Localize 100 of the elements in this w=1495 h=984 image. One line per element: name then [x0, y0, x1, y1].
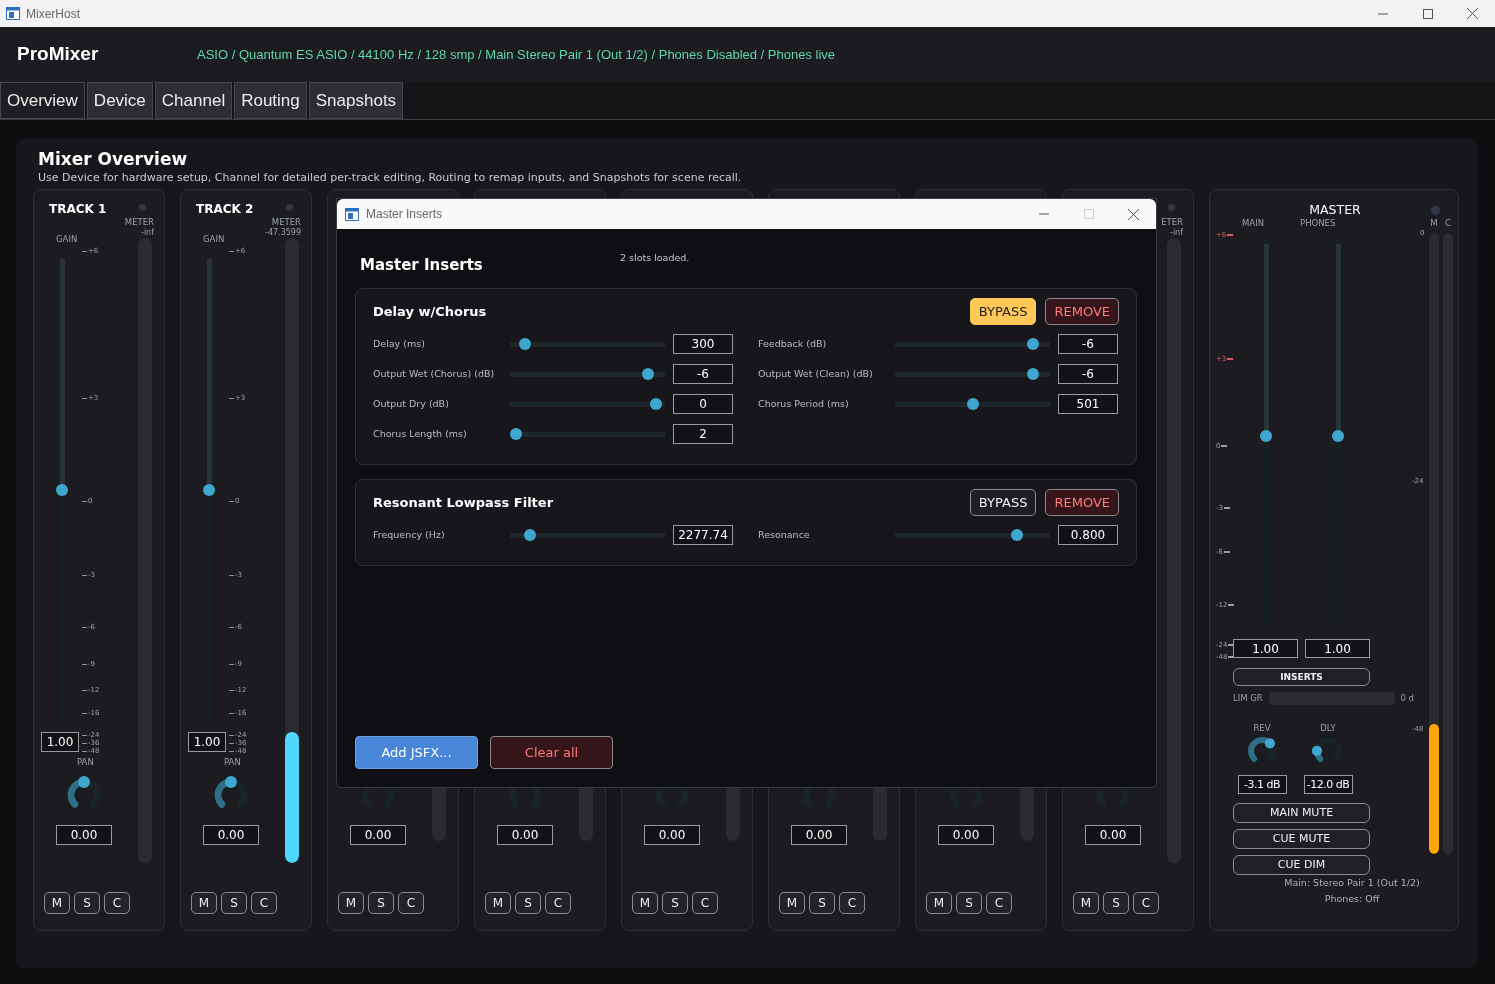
- param-field[interactable]: 0: [673, 394, 733, 414]
- strip-button[interactable]: S: [809, 892, 835, 914]
- add-button[interactable]: Add JSFX...: [355, 736, 478, 769]
- fader-field[interactable]: 1.00: [1305, 639, 1370, 658]
- param-label: Output Wet (Chorus) (dB): [373, 366, 496, 381]
- meter-label: METER: [271, 216, 301, 228]
- limiter-reading: 0 d: [1400, 693, 1414, 704]
- master-button[interactable]: MAIN MUTE: [1233, 803, 1370, 823]
- tab[interactable]: Snapshots: [308, 82, 404, 119]
- strip-button[interactable]: S: [956, 892, 982, 914]
- meter-reading: -inf: [1170, 228, 1183, 238]
- strip-button[interactable]: S: [515, 892, 541, 914]
- gain-label: GAIN: [203, 234, 226, 245]
- insert-name: Resonant Lowpass Filter: [373, 493, 554, 512]
- strip-button[interactable]: M: [338, 892, 364, 914]
- strip-button[interactable]: S: [1103, 892, 1129, 914]
- tab[interactable]: Overview: [0, 82, 85, 119]
- fader-field[interactable]: 1.00: [1233, 639, 1298, 658]
- clear-button[interactable]: Clear all: [490, 736, 613, 769]
- send-field[interactable]: -12.0 dB: [1303, 775, 1353, 794]
- tab[interactable]: Channel: [154, 82, 233, 119]
- status-text: ASIO / Quantum ES ASIO / 44100 Hz / 128 smp / Main Stereo Pair 1 (Out 1/2) / Phones Disabled / Phones live: [197, 45, 836, 64]
- status-text: 2 slots loaded.: [620, 251, 690, 265]
- meter-reading: -inf: [141, 228, 154, 238]
- param-label: Chorus Period (ms): [758, 396, 850, 411]
- fader-label: MAIN: [1242, 218, 1265, 228]
- meter-label: METER: [124, 216, 154, 228]
- limiter-label: LIM GR: [1233, 693, 1264, 704]
- meter-label: M: [1430, 218, 1438, 230]
- strip-button[interactable]: M: [632, 892, 658, 914]
- strip-button[interactable]: S: [74, 892, 100, 914]
- strip-button[interactable]: C: [251, 892, 277, 914]
- pan-field[interactable]: 0.00: [938, 825, 994, 845]
- fader-label: PHONES: [1300, 218, 1336, 228]
- meter-label: ETER: [1161, 216, 1183, 228]
- strip-button[interactable]: C: [692, 892, 718, 914]
- strip-button[interactable]: C: [104, 892, 130, 914]
- param-field[interactable]: -6: [1058, 334, 1118, 354]
- strip-button[interactable]: M: [1073, 892, 1099, 914]
- remove-button[interactable]: REMOVE: [1045, 489, 1119, 516]
- strip-button[interactable]: M: [485, 892, 511, 914]
- pan-field[interactable]: 0.00: [203, 825, 259, 845]
- routing-info: Main: Stereo Pair 1 (Out 1/2): [1283, 876, 1421, 890]
- tab[interactable]: Device: [86, 82, 153, 119]
- param-field[interactable]: 2: [673, 424, 733, 444]
- strip-button[interactable]: M: [779, 892, 805, 914]
- window-title: MixerHost: [26, 5, 80, 23]
- insert-name: Delay w/Chorus: [373, 302, 487, 321]
- app-name: ProMixer: [17, 42, 100, 67]
- strip-button[interactable]: M: [191, 892, 217, 914]
- pan-field[interactable]: 0.00: [791, 825, 847, 845]
- param-field[interactable]: 2277.74: [673, 525, 733, 545]
- meter-reading: -47.3599: [265, 228, 301, 238]
- gain-field[interactable]: 1.00: [188, 732, 226, 752]
- master-title: MASTER: [1309, 202, 1361, 218]
- send-field[interactable]: -3.1 dB: [1237, 775, 1287, 794]
- pan-field[interactable]: 0.00: [350, 825, 406, 845]
- pan-field[interactable]: 0.00: [56, 825, 112, 845]
- pan-field[interactable]: 0.00: [497, 825, 553, 845]
- gain-field[interactable]: 1.00: [41, 732, 79, 752]
- panel-title: Mixer Overview: [38, 148, 189, 171]
- param-field[interactable]: -6: [673, 364, 733, 384]
- param-label: Resonance: [758, 527, 811, 542]
- dialog-title: Master Inserts: [366, 206, 443, 223]
- gain-label: GAIN: [56, 234, 79, 245]
- bypass-button[interactable]: BYPASS: [969, 298, 1037, 325]
- strip-button[interactable]: M: [926, 892, 952, 914]
- send-label: REV: [1253, 723, 1271, 734]
- pan-field[interactable]: 0.00: [1085, 825, 1141, 845]
- param-field[interactable]: -6: [1058, 364, 1118, 384]
- param-field[interactable]: 0.800: [1058, 525, 1118, 545]
- strip-button[interactable]: C: [398, 892, 424, 914]
- strip-button[interactable]: S: [221, 892, 247, 914]
- strip-title: TRACK 1: [49, 202, 107, 216]
- pan-field[interactable]: 0.00: [644, 825, 700, 845]
- master-button[interactable]: CUE MUTE: [1233, 829, 1370, 849]
- param-label: Chorus Length (ms): [373, 426, 468, 441]
- dialog-heading: Master Inserts: [360, 255, 484, 275]
- strip-button[interactable]: C: [986, 892, 1012, 914]
- master-button[interactable]: CUE DIM: [1233, 855, 1370, 875]
- strip-title: TRACK 2: [196, 202, 254, 216]
- meter-label: C: [1445, 218, 1451, 230]
- strip-button[interactable]: S: [662, 892, 688, 914]
- panel-description: Use Device for hardware setup, Channel for detailed per-track editing, Routing to remap inputs, and Snapshots for scene recall.: [38, 171, 743, 185]
- remove-button[interactable]: REMOVE: [1045, 298, 1119, 325]
- param-label: Frequency (Hz): [373, 527, 446, 542]
- strip-button[interactable]: C: [545, 892, 571, 914]
- param-field[interactable]: 300: [673, 334, 733, 354]
- tab[interactable]: Routing: [234, 82, 307, 119]
- pan-label: PAN: [77, 757, 95, 767]
- strip-button[interactable]: C: [839, 892, 865, 914]
- param-field[interactable]: 501: [1058, 394, 1118, 414]
- strip-button[interactable]: M: [44, 892, 70, 914]
- param-label: Output Wet (Clean) (dB): [758, 366, 874, 381]
- bypass-button[interactable]: BYPASS: [969, 489, 1037, 516]
- inserts-button[interactable]: INSERTS: [1233, 668, 1370, 686]
- routing-info: Phones: Off: [1323, 892, 1381, 906]
- strip-button[interactable]: S: [368, 892, 394, 914]
- strip-button[interactable]: C: [1133, 892, 1159, 914]
- param-label: Output Dry (dB): [373, 396, 450, 411]
